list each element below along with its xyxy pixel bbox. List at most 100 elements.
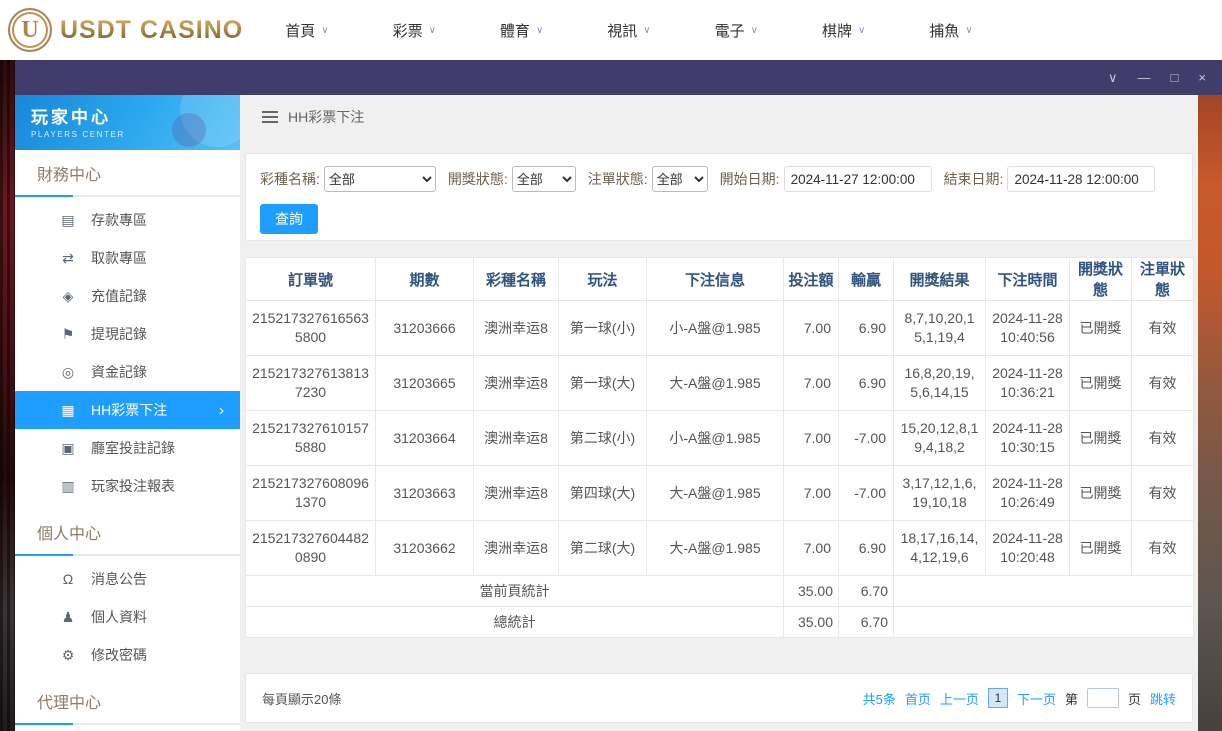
sidebar-item-deposit[interactable]: ▤ 存款專區 <box>15 201 240 239</box>
cell-period: 31203662 <box>375 520 474 576</box>
nav-item-electronic[interactable]: 電子 ∨ <box>715 20 758 41</box>
nav-item-home[interactable]: 首頁 ∨ <box>285 20 328 41</box>
sidebar-item-recharge-record[interactable]: ◈ 充值記錄 <box>15 277 240 315</box>
window-collapse-button[interactable]: ∨ <box>1108 71 1118 84</box>
draw-status-select[interactable]: 全部 <box>511 166 576 192</box>
start-date-label: 開始日期: <box>719 171 780 187</box>
window-minimize-button[interactable]: — <box>1138 71 1151 84</box>
breadcrumb: HH彩票下注 <box>262 107 1198 127</box>
cell-period: 31203664 <box>375 410 474 466</box>
app-window: U USDT CASINO 首頁 ∨ 彩票 ∨ 體育 ∨ 視訊 ∨ 電子 ∨ 棋… <box>0 0 1222 731</box>
jump-button[interactable]: 跳转 <box>1150 689 1176 708</box>
cell-lottery-name: 澳洲幸运8 <box>473 355 559 411</box>
sidebar-item-label: 取款專區 <box>91 250 147 266</box>
sidebar-item-label: 資金記錄 <box>91 364 147 380</box>
header-bet-time: 下注時間 <box>985 257 1070 301</box>
chevron-down-icon: ∨ <box>643 24 651 36</box>
cell-bet-amount: 7.00 <box>783 465 839 521</box>
cell-bet-info: 小-A盤@1.985 <box>646 410 784 466</box>
current-page-button[interactable]: 1 <box>987 688 1008 708</box>
sidebar-header: 玩家中心 PLAYERS CENTER <box>15 95 240 150</box>
prev-page-link[interactable]: 上一页 <box>940 689 979 708</box>
sidebar-item-profile[interactable]: ♟ 個人資料 <box>15 598 240 636</box>
sidebar-item-withdrawal-record[interactable]: ⚑ 提現記錄 <box>15 315 240 353</box>
sidebar-item-room-bet-record[interactable]: ▣ 廳室投註記錄 <box>15 429 240 467</box>
sidebar-item-hh-lottery-bet[interactable]: ▦ HH彩票下注 › <box>15 391 240 429</box>
cell-order-no: 2152173276080961370 <box>245 465 376 521</box>
cell-win-loss: 6.90 <box>838 300 894 356</box>
finance-menu: ▤ 存款專區 ⇄ 取款專區 ◈ 充值記錄 ⚑ 提現記錄 ◎ 資金記錄 ▦ HH彩… <box>15 197 240 509</box>
cell-draw-result: 18,17,16,14,4,12,19,6 <box>893 520 986 576</box>
top-navigation: 首頁 ∨ 彩票 ∨ 體育 ∨ 視訊 ∨ 電子 ∨ 棋牌 ∨ 捕魚 ∨ <box>285 20 972 41</box>
summary-label: 總統計 <box>245 606 784 638</box>
nav-item-video[interactable]: 視訊 ∨ <box>607 20 650 41</box>
cell-win-loss: 6.90 <box>838 520 894 576</box>
withdraw-icon: ⇄ <box>62 249 74 266</box>
nav-item-chess[interactable]: 棋牌 ∨ <box>822 20 865 41</box>
header-order-no: 訂單號 <box>245 257 376 301</box>
window-close-button[interactable]: × <box>1198 71 1206 84</box>
sidebar-item-label: 提現記錄 <box>91 326 147 342</box>
first-page-link[interactable]: 首页 <box>905 689 931 708</box>
cell-play: 第一球(小) <box>558 300 647 356</box>
sidebar-subtitle: PLAYERS CENTER <box>31 130 125 139</box>
cell-draw-status: 已開獎 <box>1069 465 1132 521</box>
brand-logo[interactable]: U USDT CASINO <box>8 8 243 52</box>
header-period: 期數 <box>375 257 474 301</box>
sidebar-item-label: 修改密碼 <box>91 647 147 663</box>
player-bet-report-icon: ▥ <box>61 477 75 494</box>
page-jump-input[interactable] <box>1086 688 1119 708</box>
sidebar-item-change-password[interactable]: ⚙ 修改密碼 <box>15 636 240 674</box>
start-date-input[interactable] <box>783 166 932 192</box>
sidebar-item-label: 存款專區 <box>91 212 147 228</box>
end-date-input[interactable] <box>1007 166 1156 192</box>
nav-item-lottery[interactable]: 彩票 ∨ <box>393 20 436 41</box>
sidebar-item-withdraw[interactable]: ⇄ 取款專區 <box>15 239 240 277</box>
order-status-select[interactable]: 全部 <box>651 166 708 192</box>
cell-order-no: 2152173276165635800 <box>245 300 376 356</box>
pager: 共5条 首页 上一页 1 下一页 第 页 跳转 <box>863 688 1176 708</box>
sidebar: 玩家中心 PLAYERS CENTER 財務中心 ▤ 存款專區 ⇄ 取款專區 ◈… <box>15 95 240 731</box>
jump-prefix-label: 第 <box>1064 691 1078 707</box>
cell-bet-amount: 7.00 <box>783 520 839 576</box>
menu-toggle-icon[interactable] <box>262 111 278 123</box>
main-content: HH彩票下注 彩種名稱: 全部 開獎狀態: 全部 注單狀態: 全部 開始日期: … <box>240 95 1198 731</box>
cell-draw-result: 16,8,20,19,5,6,14,15 <box>893 355 986 411</box>
cell-order-status: 有效 <box>1131 465 1194 521</box>
nav-label: 彩票 <box>392 22 423 40</box>
cell-draw-result: 8,7,10,20,15,1,19,4 <box>893 300 986 356</box>
section-underline <box>15 723 240 725</box>
bet-table-panel: 訂單號 期數 彩種名稱 玩法 下注信息 投注額 輸贏 開獎結果 下注時間 開獎狀… <box>245 257 1194 638</box>
query-button[interactable]: 查詢 <box>260 204 318 234</box>
cell-win-loss: 6.90 <box>838 355 894 411</box>
table-row: 2152173276165635800 31203666 澳洲幸运8 第一球(小… <box>245 300 1194 356</box>
sidebar-item-player-bet-report[interactable]: ▥ 玩家投注報表 <box>15 467 240 505</box>
cell-period: 31203665 <box>375 355 474 411</box>
cell-lottery-name: 澳洲幸运8 <box>473 520 559 576</box>
nav-item-sports[interactable]: 體育 ∨ <box>500 20 543 41</box>
sidebar-item-label: 消息公告 <box>91 571 147 587</box>
chevron-down-icon: ∨ <box>428 24 436 36</box>
cell-order-no: 2152173276138137230 <box>245 355 376 411</box>
sidebar-item-label: 玩家投注報表 <box>91 478 175 494</box>
lottery-bet-icon: ▦ <box>61 401 75 418</box>
summary-win-loss: 6.70 <box>838 575 894 607</box>
sidebar-title: 玩家中心 <box>31 108 111 127</box>
sidebar-item-announcements[interactable]: Ω 消息公告 <box>15 560 240 598</box>
sidebar-item-funds-record[interactable]: ◎ 資金記錄 <box>15 353 240 391</box>
nav-item-fishing[interactable]: 捕魚 ∨ <box>929 20 972 41</box>
cell-order-no: 2152173276044820890 <box>245 520 376 576</box>
next-page-link[interactable]: 下一页 <box>1017 689 1056 708</box>
window-maximize-button[interactable]: □ <box>1171 71 1179 84</box>
cell-play: 第一球(大) <box>558 355 647 411</box>
background-image-left <box>0 60 15 731</box>
end-date-label: 結束日期: <box>943 171 1004 187</box>
lottery-name-select[interactable]: 全部 <box>323 166 436 192</box>
chevron-right-icon: › <box>219 401 224 419</box>
chevron-down-icon: ∨ <box>750 24 758 36</box>
page-summary-row: 當前頁統計 35.00 6.70 <box>245 575 1194 607</box>
nav-label: 視訊 <box>607 22 638 40</box>
cell-bet-time: 2024-11-28 10:40:56 <box>985 300 1070 356</box>
cell-bet-info: 大-A盤@1.985 <box>646 520 784 576</box>
cell-bet-time: 2024-11-28 10:26:49 <box>985 465 1070 521</box>
